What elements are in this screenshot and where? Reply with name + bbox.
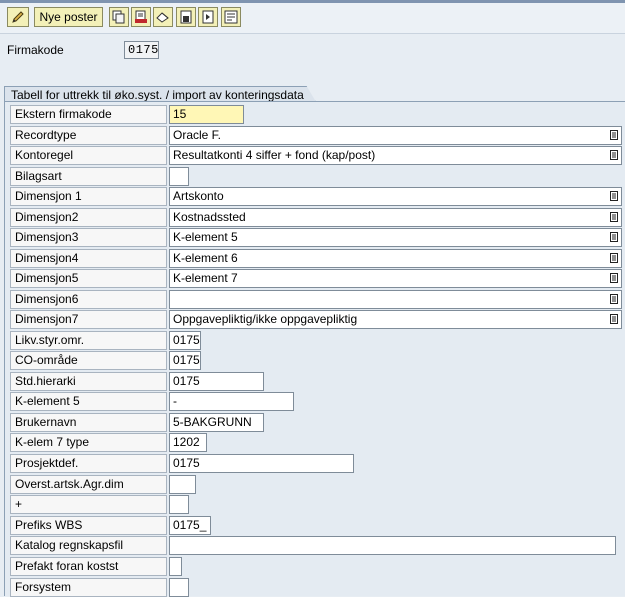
field-value: Artskonto xyxy=(173,189,224,203)
field-value: 0175_ xyxy=(173,518,207,532)
input-field[interactable]: 0175 xyxy=(169,351,201,370)
field-label: Ekstern firmakode xyxy=(10,105,167,124)
value-help-icon[interactable] xyxy=(610,314,618,324)
dropdown-field[interactable]: Oppgavepliktig/ikke oppgavepliktig xyxy=(169,310,622,329)
field-label: Brukernavn xyxy=(10,413,167,432)
dropdown-field[interactable]: Oracle F. xyxy=(169,126,622,145)
field-value: 0175 xyxy=(173,353,200,367)
field-label: K-element 5 xyxy=(10,392,167,411)
field-value: Oracle F. xyxy=(173,128,222,142)
field-label: Dimensjon7 xyxy=(10,310,167,329)
field-value: 15 xyxy=(173,107,187,121)
field-label: Dimensjon 1 xyxy=(10,187,167,206)
field-value: K-element 7 xyxy=(173,271,238,285)
field-value: 1202 xyxy=(173,435,200,449)
field-label: Prosjektdef. xyxy=(10,454,167,473)
dropdown-field[interactable]: Artskonto xyxy=(169,187,622,206)
field-value: 0175 xyxy=(173,456,200,470)
field-label: Bilagsart xyxy=(10,167,167,186)
field-value: Resultatkonti 4 siffer + fond (kap/post) xyxy=(173,148,376,162)
field-label: Kontoregel xyxy=(10,146,167,165)
value-help-icon[interactable] xyxy=(610,253,618,263)
input-field[interactable] xyxy=(169,167,189,186)
field-label: Recordtype xyxy=(10,126,167,145)
field-label: CO-område xyxy=(10,351,167,370)
value-help-icon[interactable] xyxy=(610,273,618,283)
field-label: Dimensjon3 xyxy=(10,228,167,247)
input-field[interactable]: 15 xyxy=(169,105,244,124)
dropdown-field[interactable]: K-element 6 xyxy=(169,249,622,268)
field-label: Prefakt foran kostst xyxy=(10,557,167,576)
list-icon[interactable] xyxy=(221,7,241,27)
save-icon[interactable] xyxy=(176,7,196,27)
delete-icon[interactable] xyxy=(131,7,151,27)
form-area: Ekstern firmakode 15 Recordtype Oracle F. Ko… xyxy=(4,101,625,597)
pencil-icon[interactable] xyxy=(7,7,29,27)
field-label: Std.hierarki xyxy=(10,372,167,391)
value-help-icon[interactable] xyxy=(610,130,618,140)
new-entries-label: Nye poster xyxy=(39,10,98,24)
field-label: Overst.artsk.Agr.dim xyxy=(10,475,167,494)
input-field[interactable]: - xyxy=(169,392,294,411)
value-help-icon[interactable] xyxy=(610,232,618,242)
dropdown-field[interactable]: K-element 7 xyxy=(169,269,622,288)
copy-icon[interactable] xyxy=(109,7,129,27)
value-help-icon[interactable] xyxy=(610,150,618,160)
field-label: + xyxy=(10,495,167,514)
input-field[interactable] xyxy=(169,495,189,514)
field-value: Kostnadssted xyxy=(173,210,246,224)
field-value: 5-BAKGRUNN xyxy=(173,415,252,429)
field-value: 0175 xyxy=(173,374,200,388)
input-field[interactable] xyxy=(169,536,616,555)
firmakode-label: Firmakode xyxy=(7,43,64,57)
value-help-icon[interactable] xyxy=(610,212,618,222)
value-help-icon[interactable] xyxy=(610,294,618,304)
input-field[interactable] xyxy=(169,475,196,494)
field-label: Dimensjon4 xyxy=(10,249,167,268)
undo-icon[interactable] xyxy=(153,7,173,27)
field-value: 0175 xyxy=(173,333,200,347)
input-field[interactable] xyxy=(169,557,182,576)
dropdown-field[interactable]: Kostnadssted xyxy=(169,208,622,227)
input-field[interactable]: 0175 xyxy=(169,454,354,473)
field-label: Dimensjon6 xyxy=(10,290,167,309)
dropdown-field[interactable]: K-element 5 xyxy=(169,228,622,247)
field-label: Prefiks WBS xyxy=(10,516,167,535)
tab-title[interactable]: Tabell for uttrekk til øko.syst. / impor… xyxy=(4,86,316,102)
dropdown-field[interactable]: Resultatkonti 4 siffer + fond (kap/post) xyxy=(169,146,622,165)
field-label: K-elem 7 type xyxy=(10,433,167,452)
field-label: Dimensjon2 xyxy=(10,208,167,227)
field-label: Forsystem xyxy=(10,578,167,597)
dropdown-field[interactable] xyxy=(169,290,622,309)
input-field[interactable]: 0175 xyxy=(169,331,201,350)
input-field[interactable] xyxy=(169,578,189,597)
export-icon[interactable] xyxy=(198,7,218,27)
field-label: Dimensjon5 xyxy=(10,269,167,288)
input-field[interactable]: 1202 xyxy=(169,433,207,452)
field-value: Oppgavepliktig/ikke oppgavepliktig xyxy=(173,312,358,326)
input-field[interactable]: 0175 xyxy=(169,372,264,391)
field-value: - xyxy=(173,394,177,408)
field-value: K-element 6 xyxy=(173,251,238,265)
new-entries-button[interactable]: Nye poster xyxy=(34,7,103,27)
firmakode-field[interactable]: 0175 xyxy=(124,41,159,59)
field-label: Likv.styr.omr. xyxy=(10,331,167,350)
input-field[interactable]: 0175_ xyxy=(169,516,211,535)
input-field[interactable]: 5-BAKGRUNN xyxy=(169,413,264,432)
value-help-icon[interactable] xyxy=(610,191,618,201)
application-toolbar: Nye poster xyxy=(0,3,625,34)
field-label: Katalog regnskapsfil xyxy=(10,536,167,555)
field-value: K-element 5 xyxy=(173,230,238,244)
